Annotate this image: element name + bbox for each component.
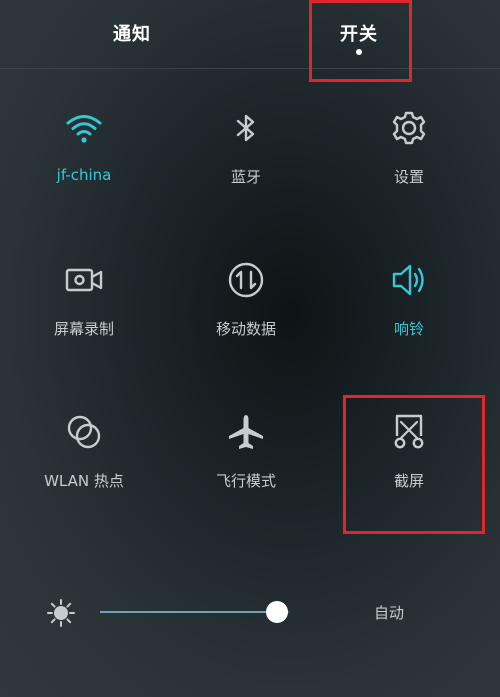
brightness-slider[interactable] [100, 601, 290, 623]
toggle-label: 移动数据 [215, 320, 276, 338]
airplane-icon [226, 412, 266, 452]
toggle-wifi[interactable]: jf-china [24, 108, 144, 218]
ring-volume-icon [389, 260, 429, 300]
wifi-icon [64, 108, 104, 148]
auto-brightness-toggle[interactable]: 自动 [374, 602, 404, 623]
toggle-label: 飞行模式 [215, 472, 276, 490]
toggle-screen-record[interactable]: 屏幕录制 [24, 260, 144, 370]
toggle-label: 屏幕录制 [53, 320, 114, 338]
brightness-fill [100, 611, 277, 613]
header-divider [0, 68, 500, 69]
toggle-bluetooth[interactable]: 蓝牙 [186, 108, 306, 218]
toggle-label: 设置 [393, 168, 424, 186]
hotspot-icon [64, 412, 104, 452]
toggle-mobile-data[interactable]: 移动数据 [186, 260, 306, 370]
quick-settings-header: 通知 开关 [0, 0, 500, 66]
gear-icon [389, 108, 429, 148]
highlight-box-screenshot [343, 395, 485, 534]
mobile-data-icon [226, 260, 266, 300]
toggle-label: 响铃 [393, 320, 424, 338]
toggle-ring[interactable]: 响铃 [349, 260, 469, 370]
highlight-box-toggles-tab [309, 0, 412, 82]
screen-record-icon [64, 260, 104, 300]
toggle-airplane-mode[interactable]: 飞行模式 [186, 412, 306, 522]
toggle-label: WLAN 热点 [44, 472, 124, 490]
brightness-icon [46, 598, 76, 628]
toggle-settings[interactable]: 设置 [349, 108, 469, 218]
tab-notifications[interactable]: 通知 [113, 20, 151, 46]
toggle-wlan-hotspot[interactable]: WLAN 热点 [24, 412, 144, 522]
bluetooth-icon [226, 108, 266, 148]
brightness-row: 自动 [0, 590, 500, 634]
toggle-label: jf-china [56, 166, 112, 184]
brightness-thumb[interactable] [266, 601, 288, 623]
toggle-label: 蓝牙 [230, 168, 261, 186]
